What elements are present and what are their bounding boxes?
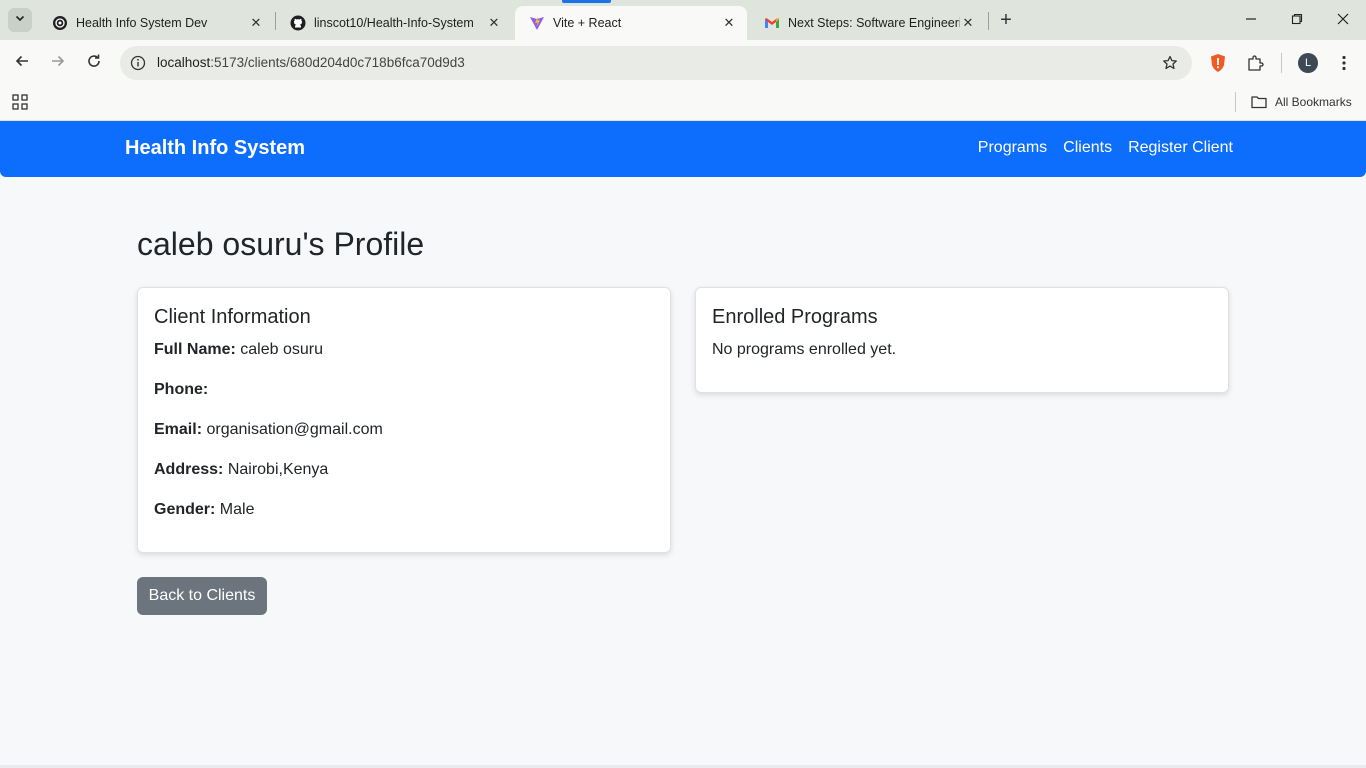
field-label: Gender: [154,501,216,518]
all-bookmarks-button[interactable]: All Bookmarks [1251,91,1352,113]
field-label: Address: [154,461,224,478]
browser-toolbar: localhost:5173/clients/680d204d0c718b6fc… [0,40,1366,86]
info-icon[interactable] [128,53,148,73]
restore-button[interactable] [1274,0,1320,40]
field-label: Phone: [154,381,209,398]
new-tab-button[interactable]: + [994,8,1018,32]
close-icon[interactable]: ✕ [486,15,502,31]
nav-links: Programs Clients Register Client [978,139,1233,157]
field-value: Male [219,501,255,518]
browser-tab-2[interactable]: linscot10/Health-Info-System ✕ [276,6,512,40]
vite-icon [529,15,545,31]
tab-title: Next Steps: Software Engineering [788,16,960,30]
back-to-clients-button[interactable]: Back to Clients [137,577,267,615]
extensions-icon[interactable] [1243,51,1267,75]
empty-programs-message: No programs enrolled yet. [712,341,897,358]
minimize-icon [1245,12,1257,28]
url-host: localhost [157,55,211,70]
client-information-card: Client Information Full Name: caleb osur… [137,287,671,553]
reload-icon [86,53,102,74]
tab-search-button[interactable] [8,8,32,32]
app-brand[interactable]: Health Info System [125,137,305,160]
bookmarks-divider [1235,92,1236,112]
bookmarks-bar: All Bookmarks [0,86,1366,121]
openai-icon [52,15,68,31]
bookmark-star-icon[interactable] [1160,53,1180,73]
tab-title: linscot10/Health-Info-System [314,16,474,30]
brave-shield-icon[interactable] [1206,51,1230,75]
card-heading: Enrolled Programs [712,306,878,328]
github-icon [290,15,306,31]
field-email: Email: organisation@gmail.com [154,420,654,440]
browser-tab-1[interactable]: Health Info System Dev ✕ [38,6,274,40]
apps-grid-icon[interactable] [10,92,30,112]
field-value: organisation@gmail.com [206,421,383,438]
arrow-left-icon [14,53,30,74]
url-path: :5173/clients/680d204d0c718b6fca70d9d3 [210,55,465,70]
card-heading: Client Information [154,306,311,328]
field-value: caleb osuru [240,341,323,358]
browser-tab-3-active[interactable]: Vite + React ✕ [515,6,747,40]
profile-button[interactable]: L [1296,51,1320,75]
tab-title: Health Info System Dev [76,16,208,30]
field-label: Email: [154,421,203,438]
browser-tab-4[interactable]: Next Steps: Software Engineering ✕ [750,6,986,40]
page-title: caleb osuru's Profile [137,226,425,262]
back-nav-button[interactable] [6,47,38,79]
close-icon[interactable]: ✕ [721,15,737,31]
browser-tabstrip: Health Info System Dev ✕ linscot10/Healt… [0,0,1366,40]
tab-separator [988,12,989,30]
address-bar[interactable]: localhost:5173/clients/680d204d0c718b6fc… [120,46,1192,80]
close-icon[interactable]: ✕ [248,15,264,31]
nav-link-clients[interactable]: Clients [1063,139,1112,157]
folder-icon [1251,95,1267,109]
nav-link-programs[interactable]: Programs [978,139,1047,157]
chevron-down-icon [14,11,26,29]
restore-icon [1291,12,1303,28]
arrow-right-icon [50,53,66,74]
avatar: L [1298,53,1318,73]
app-navbar: Health Info System Programs Clients Regi… [0,121,1366,177]
field-gender: Gender: Male [154,500,654,520]
close-icon [1337,12,1349,28]
close-window-button[interactable] [1320,0,1366,40]
field-phone: Phone: [154,380,654,400]
gmail-icon [764,15,780,31]
active-tab-indicator [562,0,611,3]
kebab-menu-icon[interactable] [1332,51,1356,75]
all-bookmarks-label: All Bookmarks [1275,95,1352,109]
field-value: Nairobi,Kenya [227,461,329,478]
field-label: Full Name: [154,341,236,358]
field-full-name: Full Name: caleb osuru [154,340,654,360]
tab-title: Vite + React [553,16,622,30]
plus-icon: + [1000,8,1012,31]
nav-link-register-client[interactable]: Register Client [1128,139,1233,157]
field-address: Address: Nairobi,Kenya [154,460,654,480]
reload-button[interactable] [78,47,110,79]
toolbar-divider [1281,53,1282,73]
close-icon[interactable]: ✕ [960,15,976,31]
enrolled-programs-card: Enrolled Programs No programs enrolled y… [695,287,1229,393]
url-text[interactable]: localhost:5173/clients/680d204d0c718b6fc… [157,55,465,70]
forward-nav-button[interactable] [42,47,74,79]
minimize-button[interactable] [1228,0,1274,40]
